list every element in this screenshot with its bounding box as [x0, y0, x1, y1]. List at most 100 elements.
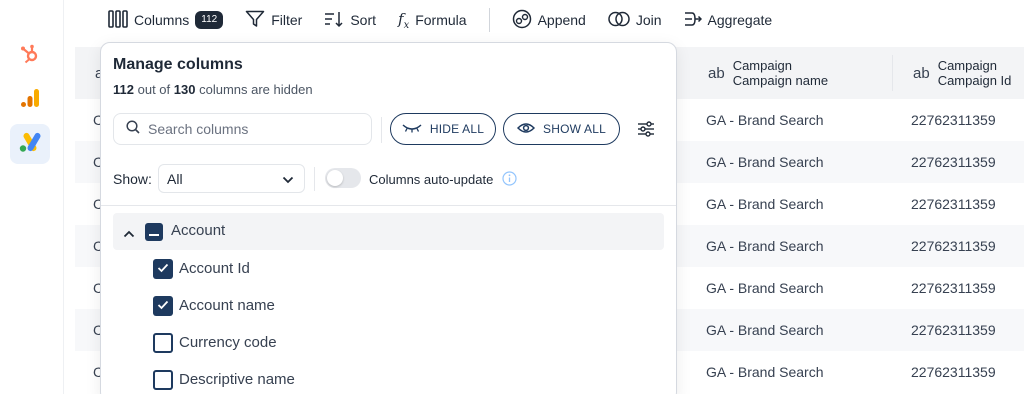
- divider: [381, 117, 382, 143]
- filter-icon: [245, 10, 265, 31]
- campaign-id-cell: 22762311359: [911, 238, 996, 254]
- sort-icon: [324, 10, 344, 31]
- search-icon: [126, 119, 140, 139]
- show-all-button[interactable]: SHOW ALL: [503, 113, 620, 145]
- group-checkbox[interactable]: [145, 223, 163, 241]
- columns-icon: [108, 9, 128, 31]
- campaign-name-cell: GA - Brand Search: [706, 112, 824, 128]
- join-button[interactable]: Join: [608, 5, 662, 35]
- filter-button[interactable]: Filter: [245, 5, 302, 35]
- auto-update-label: Columns auto-update: [369, 172, 494, 187]
- column-header-name: Campaign Id: [937, 73, 1012, 88]
- rail-item-hubspot[interactable]: [10, 36, 50, 76]
- append-label: Append: [537, 12, 586, 28]
- search-input[interactable]: [148, 121, 348, 137]
- campaign-name-cell: GA - Brand Search: [706, 364, 824, 380]
- manage-columns-panel: Manage columns 112 out of 130 columns ar…: [100, 42, 677, 394]
- columns-count-badge: 112: [195, 11, 224, 29]
- append-icon: [512, 9, 532, 32]
- eye-icon: [516, 122, 536, 137]
- append-button[interactable]: Append: [512, 5, 586, 35]
- panel-title: Manage columns: [113, 56, 243, 73]
- info-icon[interactable]: [502, 171, 517, 191]
- show-filter-value: All: [167, 170, 183, 187]
- campaign-id-cell: 22762311359: [911, 280, 996, 296]
- sort-button[interactable]: Sort: [324, 5, 376, 35]
- summary-text: out of: [137, 82, 171, 97]
- formula-icon: fx: [398, 9, 410, 31]
- aggregate-button[interactable]: Aggregate: [684, 5, 773, 35]
- campaign-name-cell: GA - Brand Search: [706, 280, 824, 296]
- campaign-name-cell: GA - Brand Search: [706, 196, 824, 212]
- column-item-label: Account Id: [179, 260, 250, 277]
- formula-button[interactable]: fx Formula: [398, 5, 467, 35]
- column-settings-button[interactable]: [637, 120, 655, 143]
- divider: [101, 205, 676, 206]
- group-label: Account: [171, 222, 226, 239]
- google-ads-icon: [18, 131, 42, 158]
- campaign-id-cell: 22762311359: [911, 154, 996, 170]
- text-type-icon: ab: [913, 64, 930, 82]
- column-item-label: Account name: [179, 297, 275, 314]
- column-item-label: Descriptive name: [179, 371, 295, 388]
- text-type-icon: ab: [708, 64, 725, 82]
- columns-button[interactable]: Columns 112: [108, 5, 224, 35]
- divider: [314, 167, 315, 191]
- column-checkbox[interactable]: [153, 333, 173, 353]
- column-header-campaign-name[interactable]: ab Campaign Campaign name: [708, 47, 828, 99]
- column-header-group: Campaign: [732, 58, 792, 73]
- sort-label: Sort: [350, 12, 377, 28]
- left-rail: [0, 0, 64, 394]
- campaign-name-cell: GA - Brand Search: [706, 238, 824, 254]
- column-checkbox[interactable]: [153, 296, 173, 316]
- show-filter-select[interactable]: All: [158, 164, 305, 193]
- column-group-account[interactable]: Account: [113, 213, 664, 250]
- column-header-label: Campaign Campaign name: [733, 58, 828, 88]
- column-divider[interactable]: [892, 55, 893, 91]
- column-item-label: Currency code: [179, 334, 277, 351]
- hide-all-label: HIDE ALL: [429, 122, 485, 136]
- show-label: Show:: [113, 171, 152, 187]
- show-all-label: SHOW ALL: [543, 122, 606, 136]
- auto-update-toggle[interactable]: [325, 168, 361, 188]
- eye-closed-icon: [402, 122, 422, 136]
- chevron-up-icon[interactable]: [123, 225, 135, 243]
- column-checkbox[interactable]: [153, 259, 173, 279]
- column-header-name: Campaign name: [732, 73, 829, 88]
- toggle-knob: [327, 170, 343, 186]
- column-header-label: Campaign Campaign Id: [938, 58, 1012, 88]
- campaign-id-cell: 22762311359: [911, 196, 996, 212]
- rail-item-google-analytics[interactable]: [10, 80, 50, 120]
- sliders-icon: [637, 121, 655, 142]
- campaign-id-cell: 22762311359: [911, 112, 996, 128]
- formula-label: Formula: [415, 12, 467, 28]
- hubspot-icon: [19, 43, 41, 70]
- hide-all-button[interactable]: HIDE ALL: [390, 113, 496, 145]
- toolbar: Columns 112 Filter Sort fx Formula Appen…: [64, 0, 1024, 40]
- hidden-count: 112: [113, 82, 134, 97]
- join-icon: [608, 11, 630, 30]
- columns-label: Columns: [134, 12, 190, 28]
- summary-text: columns are hidden: [199, 82, 313, 97]
- toolbar-divider: [488, 8, 490, 32]
- rail-item-google-ads[interactable]: [10, 124, 50, 164]
- checkmark-icon: [157, 260, 169, 278]
- hidden-columns-summary: 112 out of 130 columns are hidden: [113, 82, 313, 97]
- total-count: 130: [173, 82, 196, 97]
- campaign-id-cell: 22762311359: [911, 364, 996, 380]
- search-box: [113, 113, 372, 145]
- campaign-id-cell: 22762311359: [911, 322, 996, 338]
- aggregate-label: Aggregate: [707, 12, 773, 28]
- chevron-down-icon: [282, 171, 294, 187]
- checkmark-icon: [157, 297, 169, 315]
- campaign-name-cell: GA - Brand Search: [706, 154, 824, 170]
- aggregate-icon: [684, 10, 702, 31]
- join-label: Join: [635, 12, 662, 28]
- campaign-name-cell: GA - Brand Search: [706, 322, 824, 338]
- column-header-campaign-id[interactable]: ab Campaign Campaign Id: [913, 47, 1011, 99]
- google-analytics-icon: [19, 87, 41, 114]
- column-checkbox[interactable]: [153, 370, 173, 390]
- indeterminate-icon: [149, 223, 159, 241]
- filter-label: Filter: [271, 12, 303, 28]
- column-header-group: Campaign: [937, 58, 997, 73]
